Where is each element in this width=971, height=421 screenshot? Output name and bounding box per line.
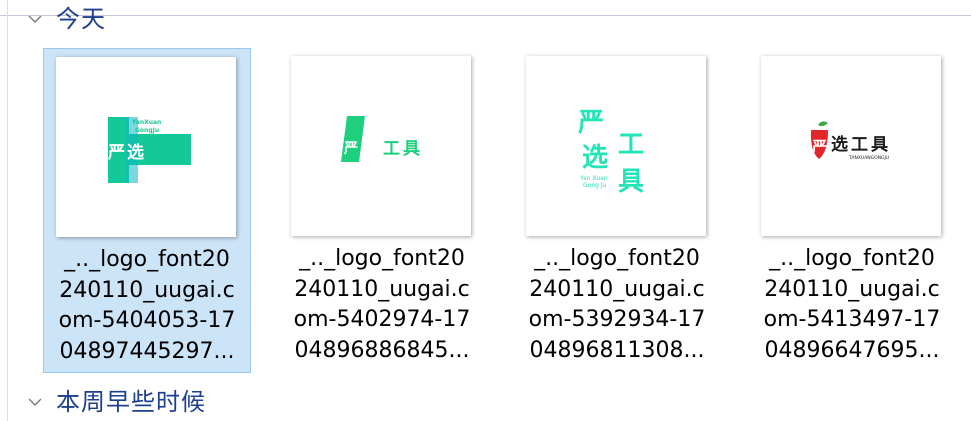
file-item[interactable]: 严 选 工 具 TANXUANGONGJU _.._logo_font20 24… bbox=[749, 48, 957, 373]
file-name: _.._logo_font20 240110_uugai.c om-541349… bbox=[751, 244, 953, 366]
file-name-line: 04897445297... bbox=[59, 338, 235, 364]
file-thumbnail: 严 工 具 bbox=[291, 56, 471, 236]
group-header-earlier-this-week[interactable]: 本周早些时候 bbox=[28, 387, 206, 417]
logo-subtext: GongJu bbox=[135, 127, 159, 134]
logo-char: 选 bbox=[582, 143, 608, 173]
logo-char: 选 bbox=[127, 143, 144, 163]
logo-char: 严 bbox=[108, 143, 125, 163]
file-item[interactable]: 严 工 具 _.._logo_font20 240110_uugai.c om-… bbox=[279, 48, 487, 373]
file-name-line: om-5392934-17 bbox=[528, 307, 706, 332]
file-name: _.._logo_font20 240110_uugai.c om-539293… bbox=[516, 244, 718, 366]
group-title: 本周早些时候 bbox=[56, 388, 206, 416]
file-thumbnail: 严 工 选 具 Yan Xuan Gong Ju bbox=[526, 56, 706, 236]
logo-image: 严 工 具 bbox=[341, 116, 420, 162]
logo-subtext: YanXuan bbox=[131, 119, 161, 126]
pane-left-border bbox=[7, 0, 8, 421]
file-name-line: 240110_uugai.c bbox=[764, 276, 940, 302]
file-name-line: _.._logo_font20 bbox=[64, 247, 230, 272]
logo-char: 严 bbox=[343, 141, 358, 157]
logo-char: 具 bbox=[870, 135, 888, 155]
pane-top-border bbox=[0, 15, 971, 16]
file-thumbnail: 严 选 工 具 TANXUANGONGJU bbox=[761, 56, 941, 236]
logo-char: 工 bbox=[618, 130, 644, 160]
top-edge bbox=[0, 0, 971, 17]
file-name-line: om-5402974-17 bbox=[293, 307, 471, 332]
file-name-line: 240110_uugai.c bbox=[294, 276, 470, 302]
file-name-line: om-5404053-17 bbox=[58, 308, 236, 333]
chevron-down-icon[interactable] bbox=[28, 395, 42, 409]
file-name: _.._logo_font20 240110_uugai.c om-540405… bbox=[46, 245, 248, 367]
logo-image: 严 工 选 具 Yan Xuan Gong Ju bbox=[578, 108, 644, 197]
file-name-line: om-5413497-17 bbox=[763, 307, 941, 332]
chevron-down-icon[interactable] bbox=[28, 12, 42, 26]
logo-subtext: TANXUANGONGJU bbox=[848, 155, 889, 161]
group-header-today[interactable]: 今天 bbox=[28, 4, 106, 34]
file-name-line: 240110_uugai.c bbox=[59, 277, 235, 303]
file-item[interactable]: YanXuan GongJu 严 选 工 具 _.._logo_font20 2… bbox=[43, 48, 251, 373]
file-name: _.._logo_font20 240110_uugai.c om-540297… bbox=[281, 244, 483, 366]
file-name-line: 240110_uugai.c bbox=[529, 276, 705, 302]
logo-char: 工 bbox=[149, 143, 166, 163]
logo-char: 选 bbox=[831, 135, 848, 155]
file-name-line: 04896647695... bbox=[764, 337, 940, 363]
logo-subtext: Gong Ju bbox=[583, 182, 607, 189]
logo-char: 工 bbox=[851, 135, 868, 155]
logo-subtext: Yan Xuan bbox=[579, 175, 608, 182]
file-name-line: _.._logo_font20 bbox=[534, 246, 700, 271]
group-title: 今天 bbox=[56, 5, 106, 33]
logo-image: YanXuan GongJu 严 选 工 具 bbox=[108, 117, 191, 183]
file-item[interactable]: 严 工 选 具 Yan Xuan Gong Ju _.._logo_font20… bbox=[514, 48, 722, 373]
logo-char: 具 bbox=[167, 143, 185, 163]
logo-char: 工 bbox=[383, 139, 400, 159]
logo-char: 具 bbox=[618, 167, 644, 197]
file-name-line: _.._logo_font20 bbox=[769, 246, 935, 271]
logo-char: 严 bbox=[578, 108, 604, 138]
logo-char: 严 bbox=[811, 138, 827, 156]
file-name-line: 04896886845... bbox=[294, 337, 470, 363]
logo-image: 严 选 工 具 TANXUANGONGJU bbox=[810, 121, 889, 161]
file-name-line: 04896811308... bbox=[529, 337, 705, 363]
logo-char: 具 bbox=[402, 139, 420, 159]
file-thumbnail: YanXuan GongJu 严 选 工 具 bbox=[56, 57, 236, 237]
file-name-line: _.._logo_font20 bbox=[299, 246, 465, 271]
